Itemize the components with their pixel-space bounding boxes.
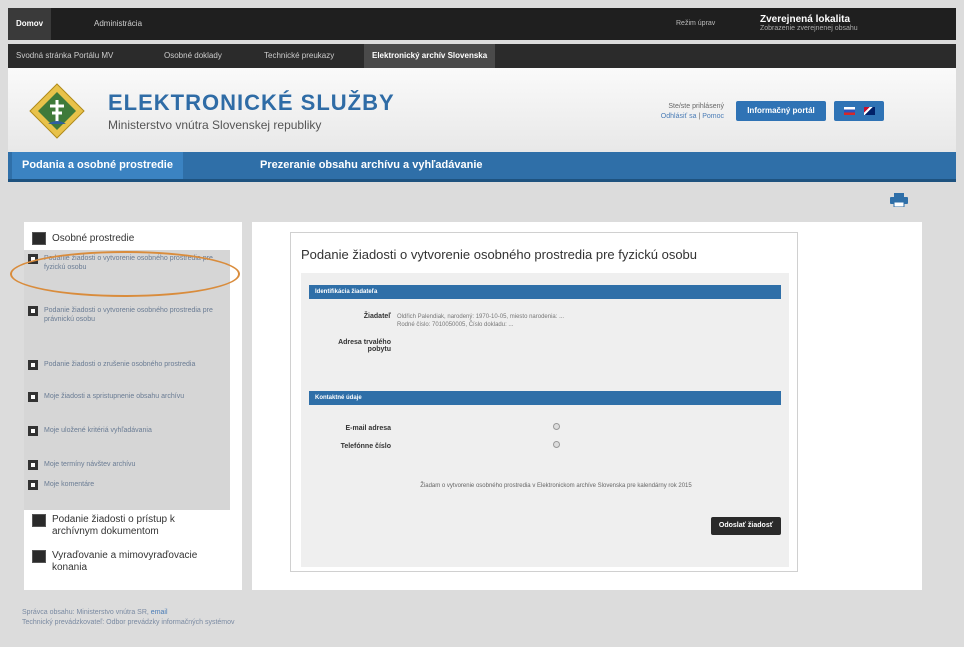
folder-icon (32, 550, 46, 563)
sidebar-item-comments[interactable]: Moje komentáre (28, 480, 228, 492)
sidebar-item-cancel[interactable]: Podanie žiadosti o zrušenie osobného pro… (28, 360, 228, 384)
nav-technical-licenses[interactable]: Technické preukazy (256, 44, 342, 68)
expand-icon (28, 426, 38, 436)
footer-email-link[interactable]: email (151, 609, 168, 616)
phone-label: Telefónne číslo (340, 443, 391, 450)
slovak-flag-icon[interactable] (844, 107, 855, 115)
expand-icon (28, 360, 38, 370)
email-radio[interactable] (553, 423, 560, 430)
footer: Správca obsahu: Ministerstvo vnútra SR, … (22, 608, 235, 628)
state-emblem-logo (29, 83, 85, 139)
english-flag-icon[interactable] (864, 107, 875, 115)
location-subtitle: Zobrazenie zverejnenej obsahu (760, 25, 858, 32)
folder-icon (32, 232, 46, 245)
sidebar-item-create-legal[interactable]: Podanie žiadosti o vytvorenie osobného p… (28, 306, 228, 342)
folder-icon (32, 514, 46, 527)
language-switcher (834, 101, 884, 121)
help-link[interactable]: Pomoc (702, 113, 724, 120)
page-title: Podanie žiadosti o vytvorenie osobného p… (301, 247, 698, 262)
sidebar-section-access[interactable]: Podanie žiadosti o prístup k archívnym d… (52, 514, 222, 538)
top-admin-bar: Domov Administrácia Režim úprav Zverejne… (8, 8, 956, 40)
phone-radio[interactable] (553, 441, 560, 448)
menu-submissions[interactable]: Podania a osobné prostredie (12, 152, 183, 179)
main-menu: Podania a osobné prostredie Prezeranie o… (8, 152, 956, 182)
nav-personal-documents[interactable]: Osobné doklady (156, 44, 230, 68)
sidebar-item-saved-criteria[interactable]: Moje uložené kritériá vyhľadávania (28, 426, 228, 450)
submit-request-button[interactable]: Odoslať žiadosť (711, 517, 781, 535)
expand-icon (28, 306, 38, 316)
site-subtitle: Ministerstvo vnútra Slovenskej republiky (108, 118, 322, 132)
portal-nav: Svodná stránka Portálu MV Osobné doklady… (8, 44, 956, 68)
edit-mode-link[interactable]: Režim úprav (676, 8, 715, 40)
login-status-text: Ste/ste prihlásený (668, 103, 724, 110)
sidebar-section-personal[interactable]: Osobné prostredie (52, 233, 134, 245)
print-icon[interactable] (890, 193, 908, 207)
highlight-annotation (10, 251, 240, 297)
address-label: Adresa trvalého pobytu (338, 339, 391, 353)
applicant-label: Žiadateľ (363, 313, 391, 320)
tab-home[interactable]: Domov (8, 8, 52, 40)
site-header: ELEKTRONICKÉ SLUŽBY Ministerstvo vnútra … (8, 68, 956, 152)
user-status: Ste/ste prihlásený Odhlásiť sa | Pomoc (604, 102, 724, 122)
info-portal-button[interactable]: Informačný portál (736, 101, 826, 121)
logout-link[interactable]: Odhlásiť sa (661, 113, 697, 120)
main-content: Podanie žiadosti o vytvorenie osobného p… (252, 222, 922, 590)
form-body: Identifikácia žiadateľa Žiadateľ Oldřich… (301, 273, 789, 567)
email-label: E-mail adresa (345, 425, 391, 432)
expand-icon (28, 480, 38, 490)
location-title: Zverejnená lokalita (760, 14, 851, 25)
section-contact-header: Kontaktné údaje (309, 391, 781, 405)
sidebar-item-visits[interactable]: Moje termíny návštev archívu (28, 460, 228, 472)
footer-owner: Správca obsahu: Ministerstvo vnútra SR, (22, 609, 149, 616)
expand-icon (28, 392, 38, 402)
menu-archive-browse[interactable]: Prezeranie obsahu archívu a vyhľadávanie (250, 152, 493, 179)
expand-icon (28, 460, 38, 470)
sidebar-item-my-requests[interactable]: Moje žiadosti a spristupnenie obsahu arc… (28, 392, 228, 416)
sidebar-section-discard[interactable]: Vyraďovanie a mimovyraďovacie konania (52, 550, 222, 574)
request-note: Žiadam o vytvorenie osobného prostredia … (420, 483, 692, 489)
tab-administration[interactable]: Administrácia (86, 8, 150, 40)
footer-operator: Technický prevádzkovateľ: Odbor prevádzk… (22, 619, 235, 626)
section-identity-header: Identifikácia žiadateľa (309, 285, 781, 299)
nav-portal-overview[interactable]: Svodná stránka Portálu MV (8, 44, 121, 68)
applicant-value: Oldřich Palendiak, narodený: 1970-10-05,… (397, 314, 565, 328)
request-form-panel: Podanie žiadosti o vytvorenie osobného p… (290, 232, 798, 572)
location-status: Zverejnená lokalita Zobrazenie zverejnen… (760, 14, 956, 32)
nav-electronic-archive[interactable]: Elektronický archív Slovenska (364, 44, 496, 68)
site-title: ELEKTRONICKÉ SLUŽBY (108, 90, 395, 115)
